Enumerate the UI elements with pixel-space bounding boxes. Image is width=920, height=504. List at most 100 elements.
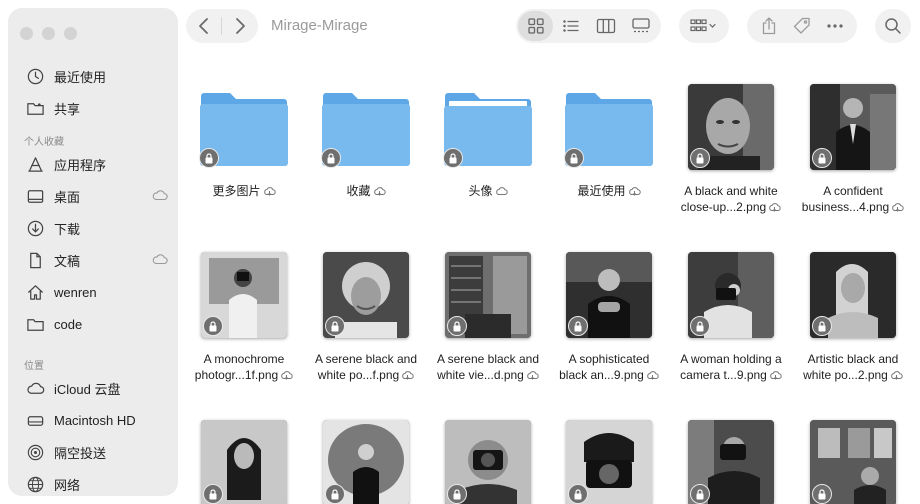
minimize-window-button[interactable] (42, 27, 55, 40)
search-icon (884, 17, 902, 35)
file-name-tail: photogr...1f.png (194, 368, 279, 382)
sidebar-item-label: Macintosh HD (54, 412, 136, 428)
file-name: A woman holding a (680, 352, 782, 366)
sidebar-item-downloads[interactable]: 下载 (24, 216, 170, 240)
sidebar-item-label: 应用程序 (54, 157, 107, 173)
airdrop-icon (24, 442, 46, 462)
icloud-status-icon (373, 185, 386, 201)
lock-icon (447, 316, 467, 336)
icloud-status-icon (891, 201, 904, 217)
home-icon (24, 282, 46, 302)
shared-folder-icon (24, 98, 46, 118)
sidebar-item-airdrop[interactable]: 隔空投送 (24, 440, 170, 464)
icloud-status-icon (628, 185, 641, 201)
folder-icon (443, 92, 533, 168)
lock-icon (325, 316, 345, 336)
folder-icon (24, 314, 46, 334)
folder-icon (564, 92, 654, 168)
group-by-button[interactable] (679, 9, 729, 43)
clock-icon (24, 66, 46, 86)
document-icon (24, 250, 46, 270)
search-button[interactable] (875, 9, 911, 43)
lock-icon (690, 484, 710, 504)
sidebar-item-label: 下载 (54, 221, 81, 237)
column-view-icon[interactable] (588, 11, 623, 41)
lock-icon (203, 484, 223, 504)
grid-view-icon[interactable] (518, 11, 553, 41)
file-name-tail: white vie...d.png (437, 368, 524, 382)
lock-icon (321, 148, 341, 168)
icloud-status-icon (152, 253, 168, 268)
sidebar-item-label: 文稿 (54, 253, 81, 269)
lock-icon (690, 316, 710, 336)
icloud-status-icon (769, 369, 782, 385)
file-name: Artistic black and (807, 352, 899, 366)
sidebar-item-documents[interactable]: 文稿 (24, 248, 170, 272)
sidebar-item-network[interactable]: 网络 (24, 472, 170, 496)
file-name: 头像 (468, 184, 493, 198)
navigation-controls (186, 9, 258, 43)
lock-icon (812, 316, 832, 336)
sidebar-item-label: 最近使用 (54, 69, 107, 85)
network-icon (24, 474, 46, 494)
sidebar-item-desktop[interactable]: 桌面 (24, 184, 170, 208)
file-name-tail: black an...9.png (559, 368, 644, 382)
file-name-tail: white po...f.png (317, 368, 400, 382)
sidebar-item-shared[interactable]: 共享 (24, 96, 170, 120)
icloud-status-icon (280, 369, 293, 385)
icloud-status-icon (890, 369, 903, 385)
list-view-icon[interactable] (553, 11, 588, 41)
file-name: A serene black and (436, 352, 540, 366)
lock-icon (443, 148, 463, 168)
file-name: 最近使用 (577, 184, 626, 198)
lock-icon (447, 484, 467, 504)
sidebar-item-icloud[interactable]: iCloud 云盘 (24, 376, 170, 400)
locations-header: 位置 (24, 361, 44, 372)
tag-icon[interactable] (792, 16, 812, 36)
icloud-status-icon (263, 185, 276, 201)
sidebar: 最近使用 共享 个人收藏 应用程序 桌面 下载 文稿 wenren code 位… (8, 8, 178, 496)
view-mode-switcher (516, 9, 661, 43)
file-name: 更多图片 (212, 184, 261, 198)
file-name: A serene black and (314, 352, 418, 366)
sidebar-item-code[interactable]: code (24, 312, 170, 336)
gallery-view-icon[interactable] (623, 11, 658, 41)
sidebar-item-label: 隔空投送 (54, 445, 107, 461)
sidebar-item-home[interactable]: wenren (24, 280, 170, 304)
share-icon[interactable] (760, 16, 778, 36)
file-name: A sophisticated (568, 352, 650, 366)
sidebar-item-recents[interactable]: 最近使用 (24, 64, 170, 88)
lock-icon (568, 316, 588, 336)
lock-icon (203, 316, 223, 336)
sidebar-item-macintosh-hd[interactable]: Macintosh HD (24, 408, 170, 432)
icloud-status-icon (526, 369, 539, 385)
sidebar-item-applications[interactable]: 应用程序 (24, 152, 170, 176)
icloud-icon (24, 378, 46, 398)
window-controls (20, 27, 77, 40)
zoom-window-button[interactable] (64, 27, 77, 40)
favorites-header: 个人收藏 (24, 137, 64, 148)
icloud-status-icon (768, 201, 781, 217)
more-icon[interactable] (826, 23, 844, 29)
lock-icon (812, 484, 832, 504)
file-name-tail: camera t...9.png (680, 368, 767, 382)
applications-icon (24, 154, 46, 174)
divider (221, 17, 223, 35)
folder-icon (321, 92, 411, 168)
actions-group (747, 9, 857, 43)
file-name: A monochrome (203, 352, 285, 366)
sidebar-item-label: wenren (54, 284, 97, 300)
icloud-status-icon (646, 369, 659, 385)
chevron-right-icon[interactable] (233, 17, 247, 35)
file-name-tail: business...4.png (801, 200, 890, 214)
lock-icon (325, 484, 345, 504)
close-window-button[interactable] (20, 27, 33, 40)
lock-icon (564, 148, 584, 168)
drive-icon (24, 410, 46, 430)
icloud-status-icon (152, 189, 168, 204)
file-name: A confident (823, 184, 883, 198)
file-name-tail: close-up...2.png (680, 200, 767, 214)
chevron-left-icon[interactable] (197, 17, 211, 35)
file-name: A black and white (684, 184, 778, 198)
download-icon (24, 218, 46, 238)
